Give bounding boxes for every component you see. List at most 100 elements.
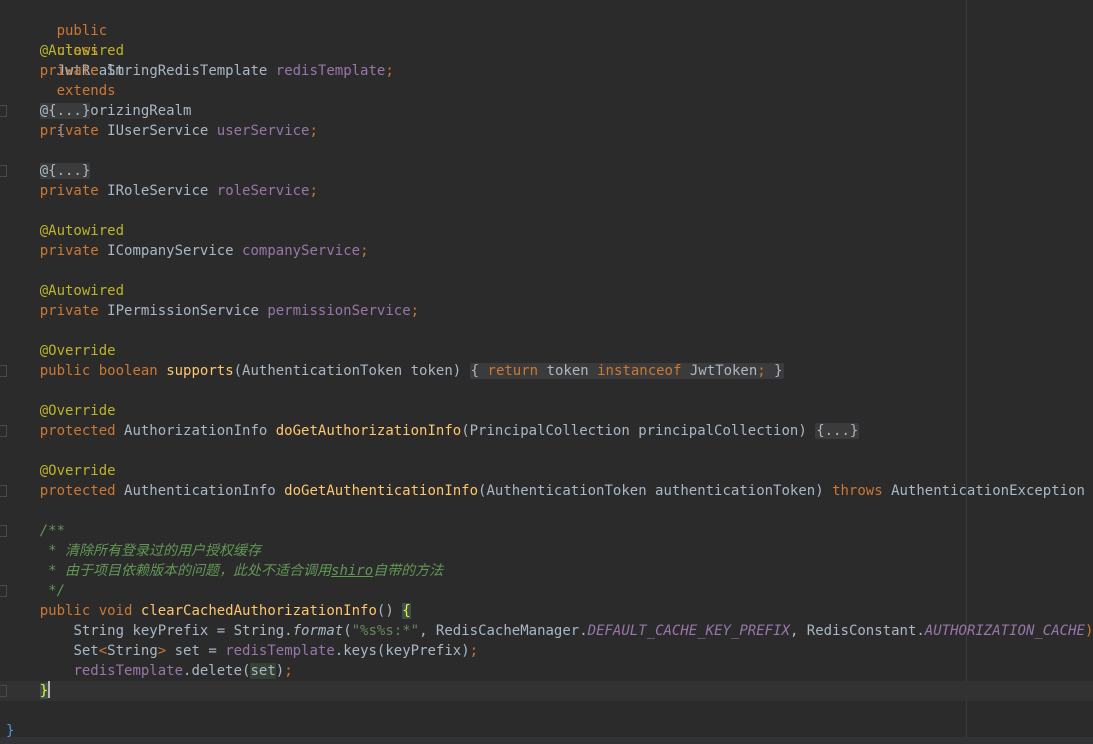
code-line-method-authn[interactable]: protected AuthenticationInfo doGetAuthen… <box>0 481 1093 501</box>
keyword-extends: extends <box>56 83 116 99</box>
code-line-javadoc[interactable]: * 由于项目依赖版本的问题，此处不适合调用shiro自带的方法 <box>0 561 1093 581</box>
javadoc-close: */ <box>39 583 66 599</box>
type-name: Set <box>73 643 99 659</box>
field-type: IUserService <box>107 123 209 139</box>
keyword-instanceof: instanceof <box>597 363 682 379</box>
code-line-field[interactable]: private ICompanyService companyService; <box>0 241 1093 261</box>
code-line-javadoc[interactable]: */ <box>0 581 1093 601</box>
javadoc-underlined-word: shiro <box>331 563 374 579</box>
field-name: permissionService <box>267 303 411 319</box>
code-line-annotation[interactable]: @Override <box>0 461 1093 481</box>
keyword-private: private <box>39 243 99 259</box>
keyword-public: public <box>39 603 91 619</box>
variable-name: keyPrefix <box>132 623 209 639</box>
method-params: (AuthenticationToken authenticationToken… <box>478 483 824 499</box>
code-line-collapsed-annotation[interactable]: @{...} <box>0 161 1093 181</box>
keyword-private: private <box>39 123 99 139</box>
argument-separator: , RedisConstant. <box>789 623 925 639</box>
semicolon: ; <box>360 243 369 259</box>
keyword-private: private <box>39 183 99 199</box>
statement-end: ; <box>284 663 293 679</box>
method-params: (PrincipalCollection principalCollection… <box>461 423 807 439</box>
autowired-annotation: @Autowired <box>39 283 125 299</box>
code-line-statement[interactable]: Set<String> set = redisTemplate.keys(key… <box>0 641 1093 661</box>
semicolon: ; <box>309 123 318 139</box>
token-identifier: token <box>546 363 589 379</box>
keyword-throws: throws <box>832 483 883 499</box>
override-annotation: @Override <box>39 463 116 479</box>
fold-open-brace: { <box>470 363 480 379</box>
exception-type: AuthenticationException <box>891 483 1085 499</box>
static-constant: DEFAULT_CACHE_KEY_PREFIX <box>587 623 790 639</box>
matched-open-brace: { <box>402 603 411 619</box>
autowired-annotation: @Autowired <box>39 43 125 59</box>
keyword-private: private <box>39 303 99 319</box>
collapsed-annotation-fold[interactable]: @{...} <box>39 163 91 179</box>
semicolon: ; <box>757 363 766 379</box>
text-caret <box>48 681 51 698</box>
inline-fold-region[interactable]: { return token instanceof JwtToken; } <box>469 363 784 379</box>
keyword-void: void <box>98 603 133 619</box>
method-name: doGetAuthorizationInfo <box>275 423 462 439</box>
static-constant: AUTHORIZATION_CACHE <box>924 623 1085 639</box>
keyword-return: return <box>487 363 539 379</box>
collapsed-annotation-fold[interactable]: @{...} <box>39 103 91 119</box>
keyword-protected: protected <box>39 423 116 439</box>
code-line-annotation[interactable]: @Autowired <box>0 221 1093 241</box>
generic-open: < <box>98 643 108 659</box>
paren: ( <box>343 623 352 639</box>
horizontal-scrollbar[interactable] <box>0 737 1093 744</box>
field-reference: redisTemplate <box>73 663 184 679</box>
keyword-boolean: boolean <box>98 363 158 379</box>
code-line-statement[interactable]: String keyPrefix = String.format("%s%s:*… <box>0 621 1093 641</box>
method-name: supports <box>166 363 234 379</box>
method-name: doGetAuthenticationInfo <box>284 483 479 499</box>
javadoc-line-tail: 自带的方法 <box>373 563 444 579</box>
method-name: clearCachedAuthorizationInfo <box>140 603 377 619</box>
fold-close-brace: } <box>774 363 783 379</box>
override-annotation: @Override <box>39 343 116 359</box>
field-name: companyService <box>242 243 361 259</box>
string-literal: "%s%s:*" <box>351 623 420 639</box>
code-line-annotation[interactable]: @Autowired <box>0 281 1093 301</box>
field-type: IRoleService <box>107 183 209 199</box>
code-line-javadoc[interactable]: /** <box>0 521 1093 541</box>
statement-end: ); <box>1084 623 1093 639</box>
javadoc-line: * 由于项目依赖版本的问题，此处不适合调用 <box>39 563 332 579</box>
field-reference: redisTemplate <box>225 643 335 659</box>
method-call: .keys(keyPrefix) <box>334 643 470 659</box>
javadoc-open: /** <box>39 523 66 539</box>
field-name: roleService <box>216 183 310 199</box>
code-line-method-authz[interactable]: protected AuthorizationInfo doGetAuthori… <box>0 421 1093 441</box>
code-line-javadoc[interactable]: * 清除所有登录过的用户授权缓存 <box>0 541 1093 561</box>
code-line-field[interactable]: private IUserService userService; <box>0 121 1093 141</box>
code-line-method-supports[interactable]: public boolean supports(AuthenticationTo… <box>0 361 1093 381</box>
assignment: = String. <box>208 623 293 639</box>
code-line-field[interactable]: private IRoleService roleService; <box>0 181 1093 201</box>
code-line-annotation[interactable]: @Override <box>0 401 1093 421</box>
code-line-current[interactable]: } <box>0 681 1093 701</box>
variable-assignment: set = <box>166 643 226 659</box>
code-line-method-clear[interactable]: public void clearCachedAuthorizationInfo… <box>0 601 1093 621</box>
collapsed-body-fold[interactable]: {...} <box>815 423 860 439</box>
keyword-public: public <box>39 363 91 379</box>
code-line-class-decl[interactable]: public class JwtRealm extends Authorizin… <box>0 1 1093 139</box>
generic-close: > <box>157 643 167 659</box>
code-line-field[interactable]: private StringRedisTemplate redisTemplat… <box>0 61 1093 81</box>
field-name: redisTemplate <box>275 63 386 79</box>
code-line-annotation[interactable]: @Autowired <box>0 41 1093 61</box>
keyword-protected: protected <box>39 483 116 499</box>
code-line-collapsed-annotation[interactable]: @{...} <box>0 101 1093 121</box>
code-editor[interactable]: public class JwtRealm extends Authorizin… <box>0 0 1093 744</box>
argument-separator: , RedisCacheManager. <box>419 623 588 639</box>
field-name: userService <box>216 123 310 139</box>
method-params: (AuthenticationToken token) <box>233 363 462 379</box>
code-line-statement[interactable]: redisTemplate.delete(set); <box>0 661 1093 681</box>
static-method-call: format <box>292 623 344 639</box>
keyword-public: public <box>56 23 108 39</box>
statement-end: ; <box>469 643 479 659</box>
keyword-private: private <box>39 63 99 79</box>
field-type: IPermissionService <box>107 303 259 319</box>
code-line-annotation[interactable]: @Override <box>0 341 1093 361</box>
code-line-field[interactable]: private IPermissionService permissionSer… <box>0 301 1093 321</box>
